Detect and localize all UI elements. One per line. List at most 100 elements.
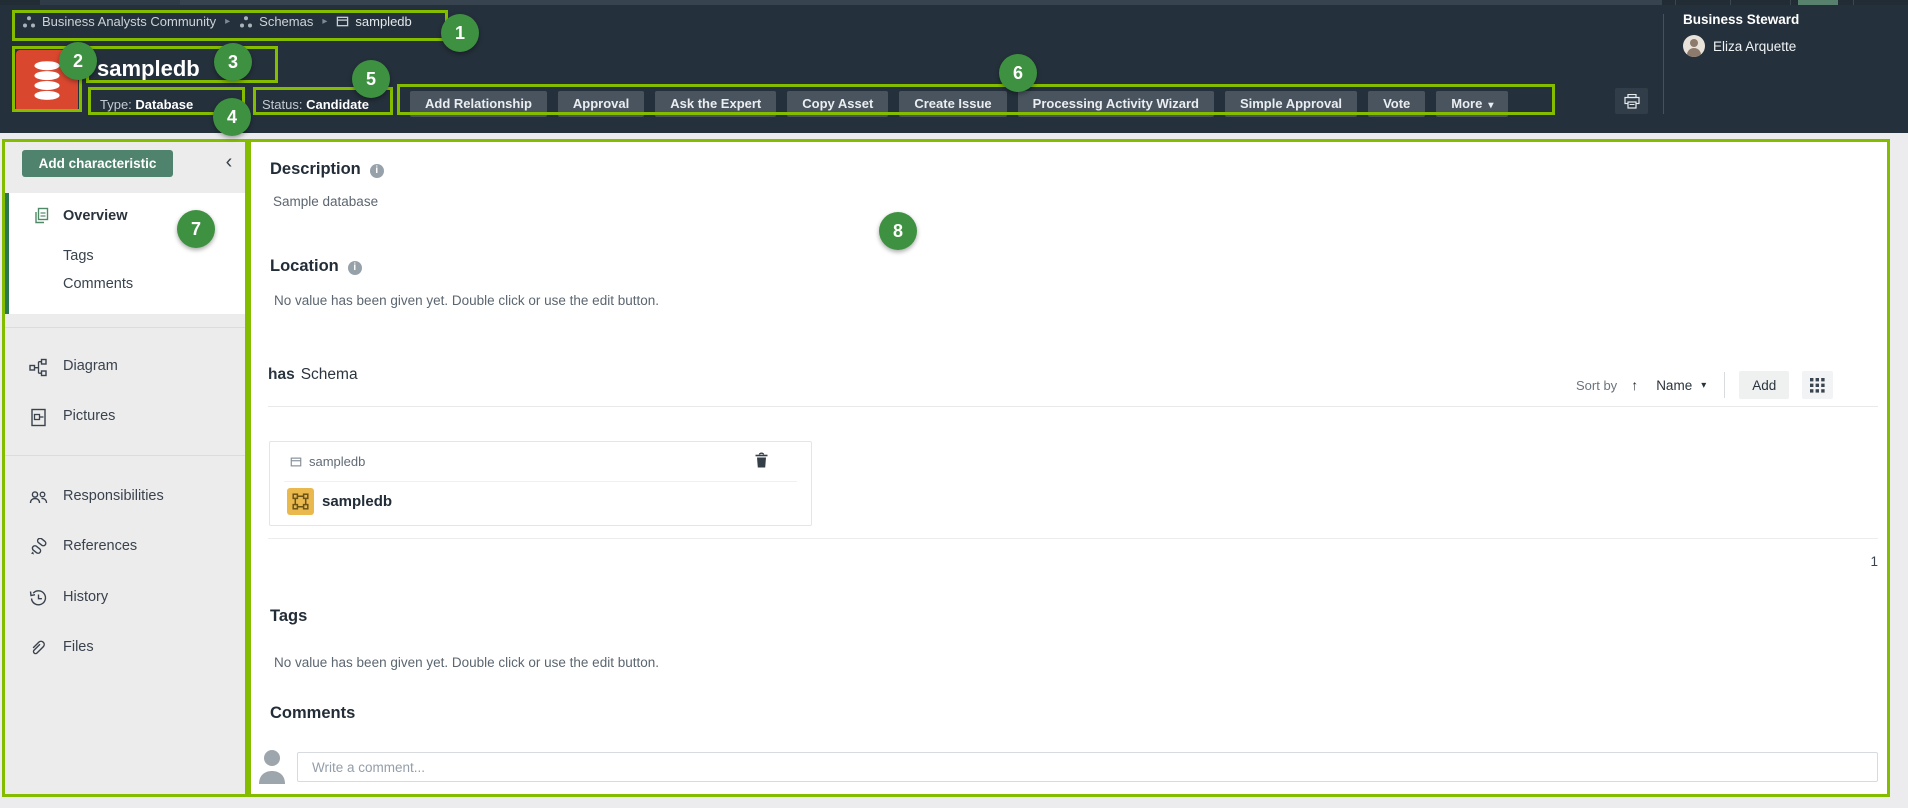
info-icon[interactable]: i bbox=[370, 164, 384, 178]
overview-pages-icon bbox=[33, 207, 51, 225]
sidebar-item-diagram[interactable]: Diagram bbox=[5, 352, 245, 382]
comments-heading: Comments bbox=[270, 704, 355, 723]
community-icon bbox=[239, 15, 253, 29]
history-clock-icon bbox=[29, 589, 48, 608]
sidebar-item-label: References bbox=[63, 538, 137, 554]
page-title: sampledb bbox=[97, 56, 200, 82]
section-divider bbox=[268, 538, 1878, 539]
card-breadcrumb-label: sampledb bbox=[309, 454, 365, 469]
schema-icon bbox=[292, 493, 309, 510]
sidebar-item-comments[interactable]: Comments bbox=[9, 271, 245, 297]
ask-the-expert-button[interactable]: Ask the Expert bbox=[655, 91, 776, 117]
add-characteristic-button[interactable]: Add characteristic bbox=[22, 150, 173, 177]
print-button[interactable] bbox=[1615, 88, 1648, 114]
collapse-sidebar-icon[interactable]: ‹ bbox=[217, 150, 241, 174]
related-asset-card[interactable]: sampledb sampledb bbox=[269, 441, 812, 526]
paperclip-icon bbox=[29, 639, 48, 658]
sidebar-item-files[interactable]: Files bbox=[5, 633, 245, 663]
header-divider bbox=[1663, 14, 1664, 114]
create-issue-button[interactable]: Create Issue bbox=[899, 91, 1006, 117]
breadcrumb-separator-icon: ▸ bbox=[225, 16, 230, 27]
comment-input[interactable] bbox=[297, 752, 1878, 782]
pictures-icon bbox=[29, 408, 48, 427]
database-icon bbox=[29, 60, 65, 102]
more-button[interactable]: More ▾ bbox=[1436, 91, 1508, 117]
approval-button[interactable]: Approval bbox=[558, 91, 644, 117]
sidebar-item-label: Pictures bbox=[63, 408, 115, 424]
add-relation-button[interactable]: Add bbox=[1739, 371, 1789, 399]
database-asset-icon bbox=[16, 50, 78, 112]
chevron-down-icon: ▾ bbox=[1488, 100, 1493, 111]
sidebar-item-pictures[interactable]: Pictures bbox=[5, 402, 245, 432]
comment-avatar bbox=[257, 748, 287, 784]
processing-activity-wizard-button[interactable]: Processing Activity Wizard bbox=[1018, 91, 1214, 117]
description-heading: Description i bbox=[270, 160, 384, 179]
type-value: Database bbox=[135, 97, 193, 112]
location-title: Location bbox=[270, 257, 339, 275]
sidebar-item-label: Tags bbox=[63, 248, 94, 264]
breadcrumb-item-community[interactable]: Business Analysts Community bbox=[22, 14, 216, 29]
sort-field-select[interactable]: Name bbox=[1656, 378, 1692, 393]
responsibility-block: Business Steward Eliza Arquette bbox=[1683, 12, 1799, 57]
info-icon[interactable]: i bbox=[348, 261, 362, 275]
sort-ascending-icon[interactable]: ↑ bbox=[1631, 377, 1638, 393]
steward-role-label: Business Steward bbox=[1683, 12, 1799, 27]
tags-empty-value[interactable]: No value has been given yet. Double clic… bbox=[274, 655, 659, 670]
card-divider bbox=[284, 481, 797, 482]
grid-view-button[interactable] bbox=[1802, 371, 1833, 399]
sidebar-item-tags[interactable]: Tags bbox=[9, 243, 245, 269]
breadcrumb-item-asset[interactable]: sampledb bbox=[336, 14, 411, 29]
chevron-down-icon[interactable]: ▾ bbox=[1701, 380, 1706, 391]
trash-icon bbox=[754, 452, 769, 469]
location-empty-value[interactable]: No value has been given yet. Double clic… bbox=[274, 293, 659, 308]
type-label: Type: bbox=[100, 97, 132, 112]
copy-asset-button[interactable]: Copy Asset bbox=[787, 91, 888, 117]
schema-type-icon bbox=[287, 488, 314, 515]
status-value: Candidate bbox=[306, 97, 369, 112]
vote-button[interactable]: Vote bbox=[1368, 91, 1425, 117]
sidebar-item-history[interactable]: History bbox=[5, 583, 245, 613]
steward-name[interactable]: Eliza Arquette bbox=[1713, 39, 1796, 54]
sidebar-item-responsibilities[interactable]: Responsibilities bbox=[5, 482, 245, 512]
description-title: Description bbox=[270, 160, 361, 178]
main-content: Description i Sample database Location i N… bbox=[248, 139, 1890, 797]
asset-type: Type: Database bbox=[100, 97, 193, 112]
more-label: More bbox=[1451, 96, 1482, 111]
sidebar-item-label: Overview bbox=[63, 208, 128, 224]
breadcrumb-label: sampledb bbox=[355, 14, 411, 29]
tags-heading: Tags bbox=[270, 607, 307, 626]
sidebar-item-references[interactable]: References bbox=[5, 532, 245, 562]
sidebar-divider bbox=[5, 455, 245, 456]
sidebar-divider bbox=[5, 327, 245, 328]
relation-toolbar: Sort by ↑ Name ▾ Add bbox=[1576, 370, 1833, 400]
delete-relation-button[interactable] bbox=[754, 452, 769, 474]
action-button-bar: Add Relationship Approval Ask the Expert… bbox=[410, 91, 1508, 117]
breadcrumb-label: Schemas bbox=[259, 14, 313, 29]
avatar[interactable] bbox=[1683, 35, 1705, 57]
relation-heading: has Schema bbox=[268, 366, 358, 384]
sort-by-label: Sort by bbox=[1576, 378, 1617, 393]
asset-header: Business Analysts Community ▸ Schemas ▸ … bbox=[0, 5, 1908, 133]
asset-status: Status: Candidate bbox=[262, 97, 369, 112]
grid-icon bbox=[1810, 378, 1825, 393]
related-asset-name[interactable]: sampledb bbox=[322, 493, 392, 510]
status-label: Status: bbox=[262, 97, 302, 112]
asset-box-icon bbox=[290, 456, 302, 468]
location-heading: Location i bbox=[270, 257, 362, 276]
add-relationship-button[interactable]: Add Relationship bbox=[410, 91, 547, 117]
card-breadcrumb: sampledb bbox=[290, 454, 365, 469]
relation-type: Schema bbox=[301, 366, 358, 383]
sidebar-item-label: Comments bbox=[63, 276, 133, 292]
sidebar-item-overview[interactable]: Overview bbox=[9, 203, 245, 229]
breadcrumb: Business Analysts Community ▸ Schemas ▸ … bbox=[22, 14, 412, 29]
sidebar: Add characteristic ‹ Overview Tags Comme… bbox=[2, 139, 248, 797]
community-icon bbox=[22, 15, 36, 29]
relation-prefix: has bbox=[268, 366, 295, 383]
simple-approval-button[interactable]: Simple Approval bbox=[1225, 91, 1357, 117]
pagination-page-number[interactable]: 1 bbox=[1811, 554, 1878, 569]
sidebar-item-label: Files bbox=[63, 639, 94, 655]
diagram-icon bbox=[29, 358, 48, 377]
breadcrumb-item-schemas[interactable]: Schemas bbox=[239, 14, 313, 29]
sidebar-item-label: History bbox=[63, 589, 108, 605]
description-value[interactable]: Sample database bbox=[273, 194, 378, 209]
